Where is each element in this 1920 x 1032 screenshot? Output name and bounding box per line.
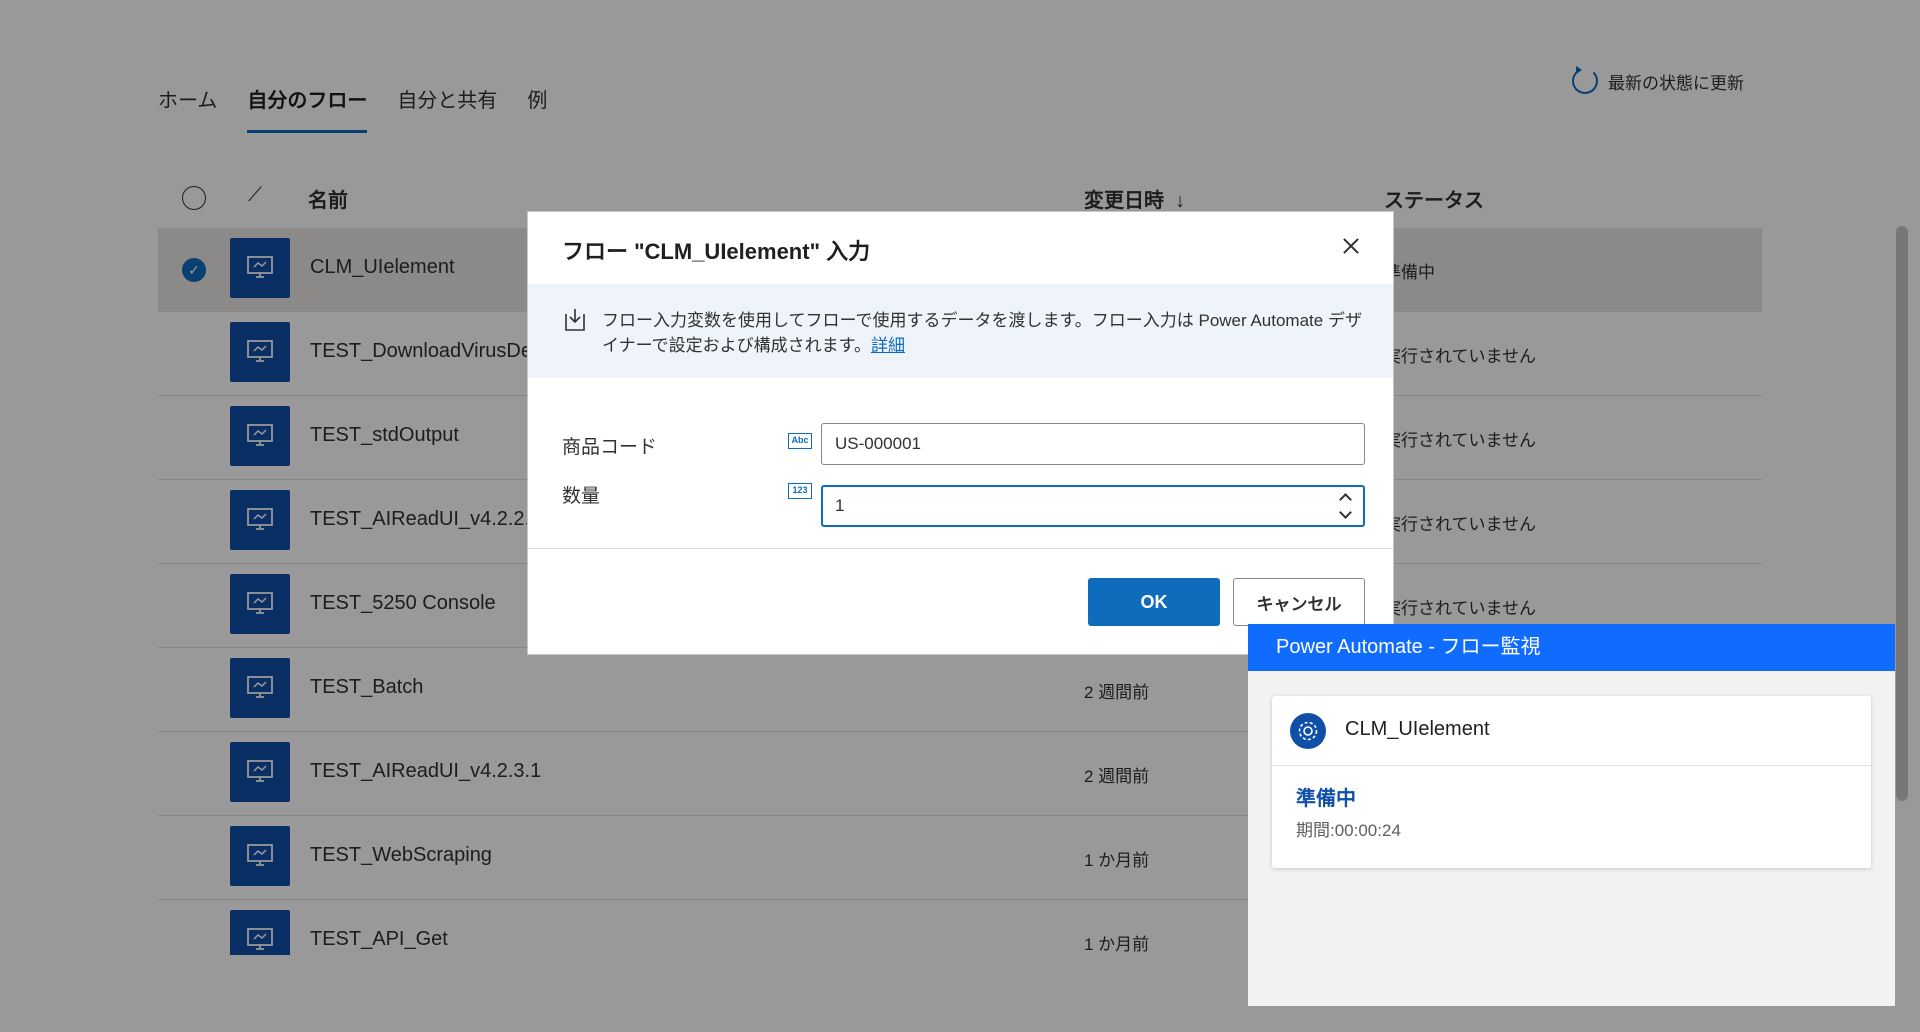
number-type-icon: 123 — [788, 483, 812, 499]
dialog-title: フロー "CLM_UIelement" 入力 — [562, 239, 871, 264]
product-code-label: 商品コード — [562, 437, 658, 458]
quantity-value: 1 — [835, 496, 845, 515]
quantity-label: 数量 — [562, 486, 601, 507]
monitor-card-header: CLM_UIelement — [1272, 696, 1871, 766]
chevron-up-icon[interactable] — [1339, 493, 1352, 506]
product-code-input[interactable]: US-000001 — [821, 423, 1365, 465]
quantity-stepper[interactable]: 1 — [821, 485, 1365, 527]
info-message: フロー入力変数を使用してフローで使用するデータを渡します。フロー入力は Powe… — [602, 311, 1362, 355]
monitor-title: Power Automate - フロー監視 — [1248, 624, 1895, 671]
monitor-flow-card[interactable]: CLM_UIelement 準備中 期間:00:00:24 — [1272, 696, 1871, 868]
stepper-controls[interactable] — [1339, 490, 1353, 524]
dialog-divider — [528, 548, 1393, 549]
close-icon[interactable] — [1339, 234, 1363, 258]
text-type-icon: Abc — [788, 433, 812, 449]
info-banner: フロー入力変数を使用してフローで使用するデータを渡します。フロー入力は Powe… — [528, 284, 1393, 378]
flow-input-dialog: フロー "CLM_UIelement" 入力 フロー入力変数を使用してフローで使… — [527, 211, 1394, 655]
details-link[interactable]: 詳細 — [871, 336, 905, 355]
monitor-status: 準備中 — [1296, 788, 1356, 810]
chevron-down-icon[interactable] — [1339, 506, 1352, 519]
info-text: フロー入力変数を使用してフローで使用するデータを渡します。フロー入力は Powe… — [602, 308, 1362, 358]
monitor-flow-name: CLM_UIelement — [1345, 718, 1490, 740]
flow-monitor-panel: Power Automate - フロー監視 CLM_UIelement 準備中… — [1248, 624, 1895, 1006]
cancel-button[interactable]: キャンセル — [1233, 578, 1365, 626]
gear-icon — [1290, 713, 1326, 749]
download-icon — [565, 309, 585, 331]
ok-button[interactable]: OK — [1088, 578, 1220, 626]
monitor-duration: 期間:00:00:24 — [1296, 821, 1401, 840]
